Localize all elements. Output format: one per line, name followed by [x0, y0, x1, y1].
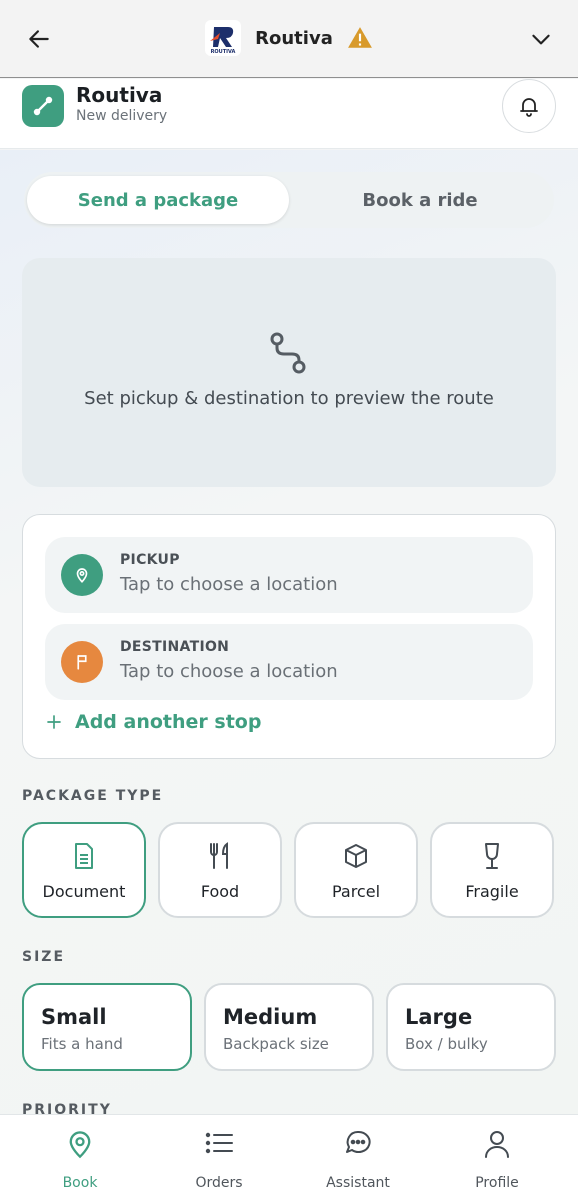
nav-label-orders: Orders [195, 1175, 243, 1191]
list-icon [205, 1132, 233, 1154]
chevron-down-icon [532, 34, 550, 45]
notifications-button[interactable] [502, 79, 556, 133]
add-stop-label: Add another stop [75, 711, 262, 733]
destination-label: DESTINATION [120, 639, 230, 655]
destination-dot [61, 641, 103, 683]
package-type-label-parcel: Parcel [331, 882, 381, 901]
size-large[interactable]: Large Box / bulky [386, 983, 556, 1071]
pickup-field[interactable]: PICKUP Tap to choose a location [45, 537, 533, 613]
app-name: Routiva [76, 83, 163, 107]
plus-icon [47, 715, 61, 729]
route-icon [270, 332, 306, 374]
package-type-label: PACKAGE TYPE [22, 788, 164, 804]
top-bar-title-group: ROUTIVA Routiva [0, 20, 578, 56]
add-stop-button[interactable]: Add another stop [45, 711, 261, 733]
map-pin-icon [76, 568, 88, 583]
package-type-food[interactable]: Food [158, 822, 282, 918]
pickup-value: Tap to choose a location [120, 574, 338, 595]
tab-book-ride[interactable]: Book a ride [289, 176, 551, 224]
main-content: Send a package Book a ride Set pickup & … [0, 150, 578, 1114]
document-icon [75, 843, 93, 869]
package-type-label-fragile: Fragile [465, 882, 519, 901]
priority-label: PRIORITY [22, 1102, 112, 1114]
warning-icon[interactable] [347, 25, 373, 51]
nav-label-assistant: Assistant [326, 1175, 390, 1191]
top-bar: ROUTIVA Routiva [0, 0, 578, 78]
bottom-nav: Book Orders Assistant Profile [0, 1114, 578, 1199]
package-type-label-food: Food [200, 882, 240, 901]
brand-badge [22, 85, 64, 127]
pickup-label: PICKUP [120, 552, 180, 568]
box-icon [345, 844, 367, 868]
package-type-fragile[interactable]: Fragile [430, 822, 554, 918]
size-medium[interactable]: Medium Backpack size [204, 983, 374, 1071]
routiva-logo: ROUTIVA [205, 20, 242, 56]
app-subtitle: New delivery [76, 108, 168, 124]
nav-label-profile: Profile [475, 1175, 519, 1191]
expand-menu-button[interactable] [526, 24, 556, 54]
stops-card: PICKUP Tap to choose a location DESTINAT… [22, 514, 556, 759]
size-name-large: Large [405, 1005, 473, 1029]
nav-profile[interactable]: Profile [442, 1129, 552, 1195]
utensils-icon [210, 842, 228, 869]
app-header: Routiva New delivery [0, 79, 578, 149]
flag-icon [77, 655, 87, 670]
nav-assistant[interactable]: Assistant [303, 1129, 413, 1195]
glass-icon [485, 843, 499, 869]
bell-icon [520, 98, 538, 117]
nav-book[interactable]: Book [25, 1129, 135, 1195]
route-preview-message: Set pickup & destination to preview the … [84, 388, 494, 409]
size-desc-small: Fits a hand [41, 1035, 123, 1053]
destination-field[interactable]: DESTINATION Tap to choose a location [45, 624, 533, 700]
size-name-small: Small [41, 1005, 107, 1029]
mode-tabs: Send a package Book a ride [24, 172, 554, 228]
size-label: SIZE [22, 949, 66, 965]
size-desc-large: Box / bulky [405, 1035, 488, 1053]
nav-label-book: Book [62, 1175, 98, 1191]
route-icon [33, 96, 53, 116]
pickup-dot [61, 554, 103, 596]
destination-value: Tap to choose a location [120, 661, 338, 682]
tab-send-package[interactable]: Send a package [27, 176, 289, 224]
nav-orders[interactable]: Orders [164, 1129, 274, 1195]
size-name-medium: Medium [223, 1005, 318, 1029]
package-type-document[interactable]: Document [22, 822, 146, 918]
map-pin-icon [69, 1131, 91, 1159]
top-bar-title: Routiva [255, 27, 333, 49]
package-type-label-document: Document [42, 882, 126, 901]
user-icon [485, 1131, 509, 1158]
size-small[interactable]: Small Fits a hand [22, 983, 192, 1071]
size-desc-medium: Backpack size [223, 1035, 329, 1053]
route-preview: Set pickup & destination to preview the … [22, 258, 556, 487]
chat-icon [346, 1130, 371, 1153]
package-type-parcel[interactable]: Parcel [294, 822, 418, 918]
logo-text: ROUTIVA [211, 49, 236, 55]
